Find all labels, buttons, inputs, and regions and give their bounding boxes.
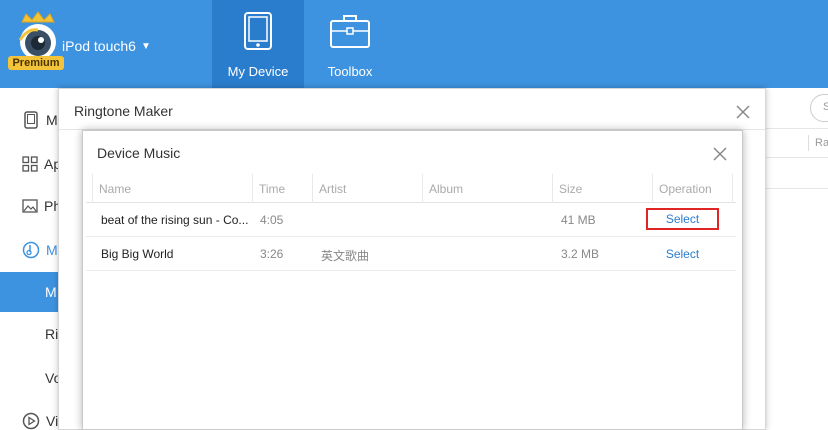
select-button[interactable]: Select <box>646 247 719 261</box>
sidebar-item-label: M <box>46 112 58 128</box>
background-table-header: Ra <box>765 128 828 158</box>
column-header-artist[interactable]: Artist <box>319 182 346 196</box>
sidebar-item-label: M <box>45 284 57 300</box>
column-header-album[interactable]: Album <box>429 182 463 196</box>
sidebar-item-label: Ri <box>45 326 59 342</box>
device-selector[interactable]: iPod touch6 ▼ <box>62 38 151 54</box>
sidebar-item-music-sub[interactable]: M <box>0 272 60 312</box>
song-size: 41 MB <box>561 213 596 227</box>
table-row[interactable]: beat of the rising sun - Co... 4:05 41 M… <box>86 203 736 237</box>
sidebar-item-videos[interactable]: Vi <box>0 401 60 430</box>
music-icon <box>22 241 40 259</box>
column-header-size[interactable]: Size <box>559 182 582 196</box>
premium-badge: Premium <box>12 57 60 69</box>
photo-icon <box>22 197 38 215</box>
device-music-dialog: Device Music Name Time Artist Album Size… <box>82 130 743 430</box>
select-button[interactable]: Select <box>646 208 719 230</box>
top-bar: Premium iPod touch6 ▼ My Device Toolbox <box>0 0 828 88</box>
background-column-label: Ra <box>815 137 828 149</box>
background-row-divider <box>765 188 828 189</box>
background-content: S Ra <box>765 88 828 430</box>
tab-toolbox[interactable]: Toolbox <box>304 0 396 88</box>
column-header-operation: Operation <box>659 182 712 196</box>
song-time: 4:05 <box>260 213 284 227</box>
column-header-time[interactable]: Time <box>259 182 285 196</box>
search-input[interactable]: S <box>810 94 828 122</box>
apps-grid-icon <box>22 155 38 173</box>
tab-toolbox-label: Toolbox <box>327 64 373 79</box>
sidebar-item-device[interactable]: M <box>0 100 60 140</box>
song-name: beat of the rising sun - Co... <box>101 213 249 227</box>
dialog-title: Device Music <box>97 145 181 161</box>
device-name-label: iPod touch6 <box>62 38 136 54</box>
sidebar-item-label: Vi <box>46 413 59 429</box>
tab-my-device[interactable]: My Device <box>212 0 304 88</box>
sidebar-item-photos[interactable]: Ph <box>0 186 60 226</box>
tablet-icon <box>243 10 273 52</box>
toolbox-icon <box>329 10 371 52</box>
tab-my-device-label: My Device <box>227 64 289 79</box>
song-name: Big Big World <box>101 247 174 261</box>
sidebar-item-voice-memos[interactable]: Vo <box>0 358 60 398</box>
table-row[interactable]: Big Big World 3:26 英文歌曲 3.2 MB Select <box>86 237 736 271</box>
video-icon <box>22 412 40 430</box>
phone-icon <box>22 111 40 129</box>
sidebar-item-music[interactable]: M <box>0 230 60 270</box>
song-time: 3:26 <box>260 247 284 261</box>
close-icon[interactable] <box>712 146 728 162</box>
sidebar: M Ap Ph M M Ri Vo Vi <box>0 88 60 430</box>
sidebar-item-apps[interactable]: Ap <box>0 144 60 184</box>
chevron-down-icon: ▼ <box>140 40 151 52</box>
column-header-name[interactable]: Name <box>99 182 131 196</box>
dialog-title: Ringtone Maker <box>74 103 173 119</box>
song-size: 3.2 MB <box>561 247 600 261</box>
sidebar-item-label: M <box>46 242 58 258</box>
app-logo: Premium <box>8 10 64 70</box>
close-icon[interactable] <box>735 104 751 120</box>
sidebar-item-ringtones[interactable]: Ri <box>0 314 60 354</box>
song-artist: 英文歌曲 <box>321 249 370 263</box>
music-table-header: Name Time Artist Album Size Operation <box>86 174 736 203</box>
